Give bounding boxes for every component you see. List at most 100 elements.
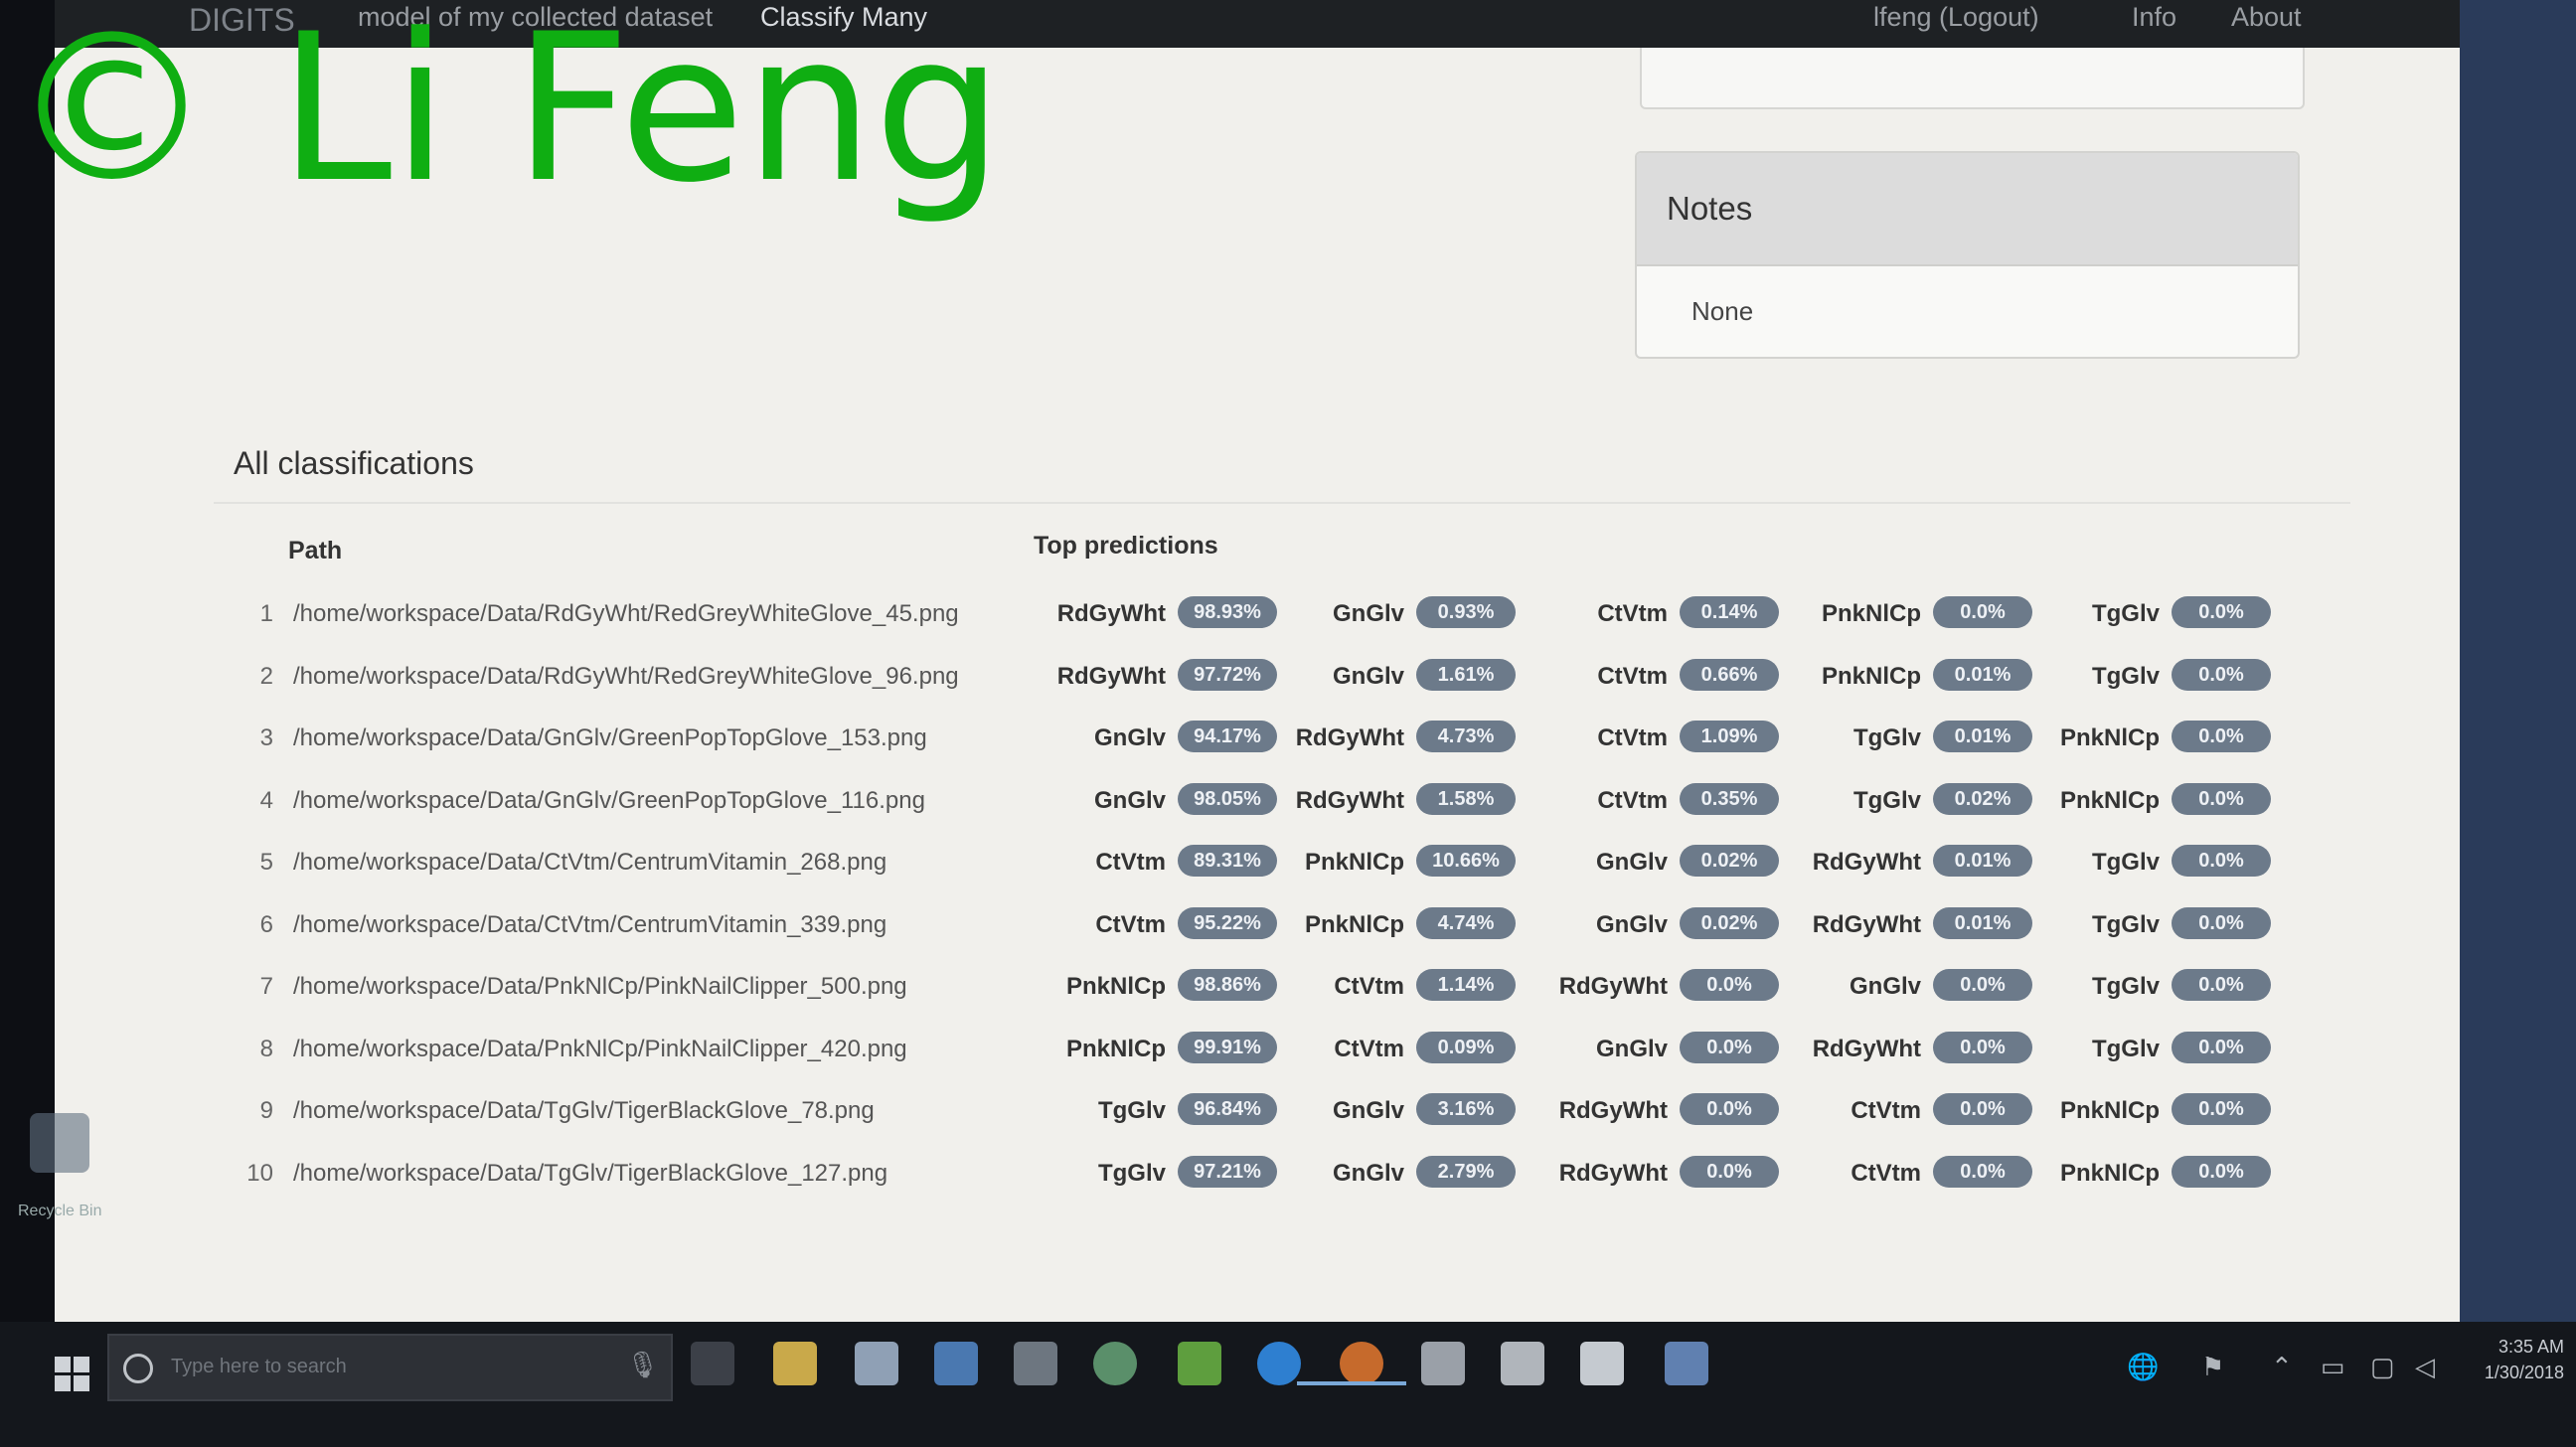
prediction: RdGyWht 4.73%	[1227, 721, 1535, 754]
prediction-class: TgGlv	[2091, 1035, 2160, 1062]
app-icon[interactable]	[934, 1342, 978, 1385]
table-row: 10/home/workspace/Data/TgGlv/TigerBlackG…	[234, 1148, 2380, 1198]
volume-icon[interactable]: ◁	[2415, 1352, 2435, 1382]
store-icon[interactable]	[855, 1342, 898, 1385]
app-icon-window[interactable]	[1421, 1342, 1465, 1385]
prediction-class: PnkNlCp	[2059, 786, 2160, 814]
desktop-background	[2460, 0, 2576, 1322]
prediction-class: CtVtm	[1095, 910, 1166, 938]
taskbar-search-box[interactable]: Type here to search 🎙	[107, 1334, 673, 1401]
confidence-badge: 0.0%	[2172, 596, 2271, 628]
clock-time: 3:35 AM	[2497, 1337, 2564, 1357]
prediction-class: PnkNlCp	[1821, 662, 1921, 690]
app-icon-blue[interactable]	[1665, 1342, 1708, 1385]
prediction: TgGlv 0.0%	[1983, 906, 2291, 941]
prediction: PnkNlCp 0.0%	[1983, 1093, 2291, 1127]
row-index: 10	[246, 1159, 273, 1187]
file-explorer-icon[interactable]	[773, 1342, 817, 1385]
recycle-bin-icon[interactable]	[30, 1113, 89, 1173]
prediction: PnkNlCp 0.0%	[1983, 1155, 2291, 1190]
confidence-badge: 0.0%	[2172, 721, 2271, 752]
firefox-icon[interactable]	[1340, 1342, 1383, 1385]
image-path-link[interactable]: /home/workspace/Data/GnGlv/GreenPopTopGl…	[293, 787, 925, 815]
prediction-class: CtVtm	[1597, 662, 1668, 690]
network-globe-icon[interactable]: 🌐	[2127, 1352, 2159, 1382]
prediction-class: TgGlv	[1852, 786, 1921, 814]
prediction-class: RdGyWht	[1558, 1097, 1668, 1124]
prediction-class: CtVtm	[1597, 724, 1668, 751]
prediction-class: RdGyWht	[1812, 1035, 1921, 1062]
prediction-class: GnGlv	[1595, 910, 1668, 938]
tray-chevron-icon[interactable]: ⌃	[2271, 1352, 2293, 1382]
row-index: 1	[259, 600, 273, 627]
prediction-class: GnGlv	[1332, 662, 1404, 690]
table-row: 2/home/workspace/Data/RdGyWht/RedGreyWhi…	[234, 651, 2380, 701]
nav-about-menu[interactable]: About	[2231, 2, 2302, 33]
confidence-badge: 0.0%	[2172, 1155, 2271, 1188]
image-path-link[interactable]: /home/workspace/Data/RdGyWht/RedGreyWhit…	[293, 600, 959, 628]
image-path-link[interactable]: /home/workspace/Data/CtVtm/CentrumVitami…	[293, 849, 886, 877]
prediction-class: TgGlv	[1852, 724, 1921, 751]
calculator-icon[interactable]	[1014, 1342, 1057, 1385]
row-index: 3	[259, 724, 273, 751]
confidence-badge: 0.0%	[2172, 906, 2271, 939]
edge-icon[interactable]	[1257, 1342, 1301, 1385]
prediction-class: GnGlv	[1093, 724, 1166, 751]
prediction-class: RdGyWht	[1056, 600, 1166, 627]
row-index: 2	[259, 662, 273, 690]
image-path-link[interactable]: /home/workspace/Data/GnGlv/GreenPopTopGl…	[293, 724, 927, 752]
prediction-class: RdGyWht	[1056, 662, 1166, 690]
document-icon[interactable]	[1580, 1342, 1624, 1385]
prediction-class: RdGyWht	[1295, 786, 1404, 814]
section-title: All classifications	[234, 445, 474, 481]
app-icon-green[interactable]	[1178, 1342, 1221, 1385]
prediction-class: GnGlv	[1595, 1035, 1668, 1062]
prediction: PnkNlCp 10.66%	[1227, 845, 1535, 879]
prediction-class: TgGlv	[2091, 600, 2160, 627]
action-center-icon[interactable]: ▢	[2370, 1352, 2395, 1382]
prediction: PnkNlCp 4.74%	[1227, 906, 1535, 941]
image-path-link[interactable]: /home/workspace/Data/PnkNlCp/PinkNailCli…	[293, 973, 907, 1001]
prediction: PnkNlCp 0.0%	[1983, 782, 2291, 817]
row-index: 5	[259, 849, 273, 876]
prediction-class: RdGyWht	[1558, 973, 1668, 1000]
prediction-class: CtVtm	[1851, 1159, 1921, 1187]
prediction: GnGlv 2.79%	[1227, 1155, 1535, 1190]
chrome-icon[interactable]	[1093, 1342, 1137, 1385]
table-row: 7/home/workspace/Data/PnkNlCp/PinkNailCl…	[234, 961, 2380, 1011]
prediction-class: PnkNlCp	[2059, 1097, 2160, 1124]
prediction-class: CtVtm	[1597, 600, 1668, 627]
image-path-link[interactable]: /home/workspace/Data/RdGyWht/RedGreyWhit…	[293, 663, 959, 691]
image-path-link[interactable]: /home/workspace/Data/TgGlv/TigerBlackGlo…	[293, 1097, 875, 1125]
microphone-icon[interactable]: 🎙	[626, 1350, 659, 1380]
prediction: GnGlv 3.16%	[1227, 1093, 1535, 1127]
column-header-top-predictions: Top predictions	[1034, 532, 1218, 560]
prediction: GnGlv 0.93%	[1227, 596, 1535, 630]
confidence-badge: 0.0%	[2172, 782, 2271, 815]
prediction-class: GnGlv	[1849, 973, 1921, 1000]
prediction-class: PnkNlCp	[2059, 1159, 2160, 1187]
prediction-class: PnkNlCp	[1304, 910, 1404, 938]
table-row: 3/home/workspace/Data/GnGlv/GreenPopTopG…	[234, 713, 2380, 762]
confidence-badge: 0.0%	[2172, 845, 2271, 877]
upper-panel	[1640, 48, 2305, 109]
prediction-class: GnGlv	[1332, 1097, 1404, 1124]
system-clock[interactable]: 3:35 AM 1/30/2018	[2475, 1334, 2564, 1385]
notepad-icon[interactable]	[1501, 1342, 1544, 1385]
image-path-link[interactable]: /home/workspace/Data/PnkNlCp/PinkNailCli…	[293, 1036, 907, 1063]
prediction-class: TgGlv	[2091, 910, 2160, 938]
confidence-badge: 0.0%	[2172, 658, 2271, 691]
prediction-class: TgGlv	[2091, 662, 2160, 690]
task-view-icon[interactable]	[691, 1342, 734, 1385]
windows-start-icon[interactable]	[55, 1357, 90, 1392]
prediction-class: CtVtm	[1095, 849, 1166, 876]
nav-user-logout[interactable]: lfeng (Logout)	[1873, 2, 2039, 33]
battery-icon[interactable]: ▭	[2321, 1352, 2345, 1382]
confidence-badge: 0.0%	[2172, 1031, 2271, 1063]
prediction-class: CtVtm	[1334, 1035, 1404, 1062]
people-icon[interactable]: ⚑	[2201, 1352, 2224, 1382]
nav-info-menu[interactable]: Info	[2132, 2, 2176, 33]
prediction-class: GnGlv	[1595, 849, 1668, 876]
image-path-link[interactable]: /home/workspace/Data/TgGlv/TigerBlackGlo…	[293, 1160, 887, 1188]
image-path-link[interactable]: /home/workspace/Data/CtVtm/CentrumVitami…	[293, 911, 886, 939]
